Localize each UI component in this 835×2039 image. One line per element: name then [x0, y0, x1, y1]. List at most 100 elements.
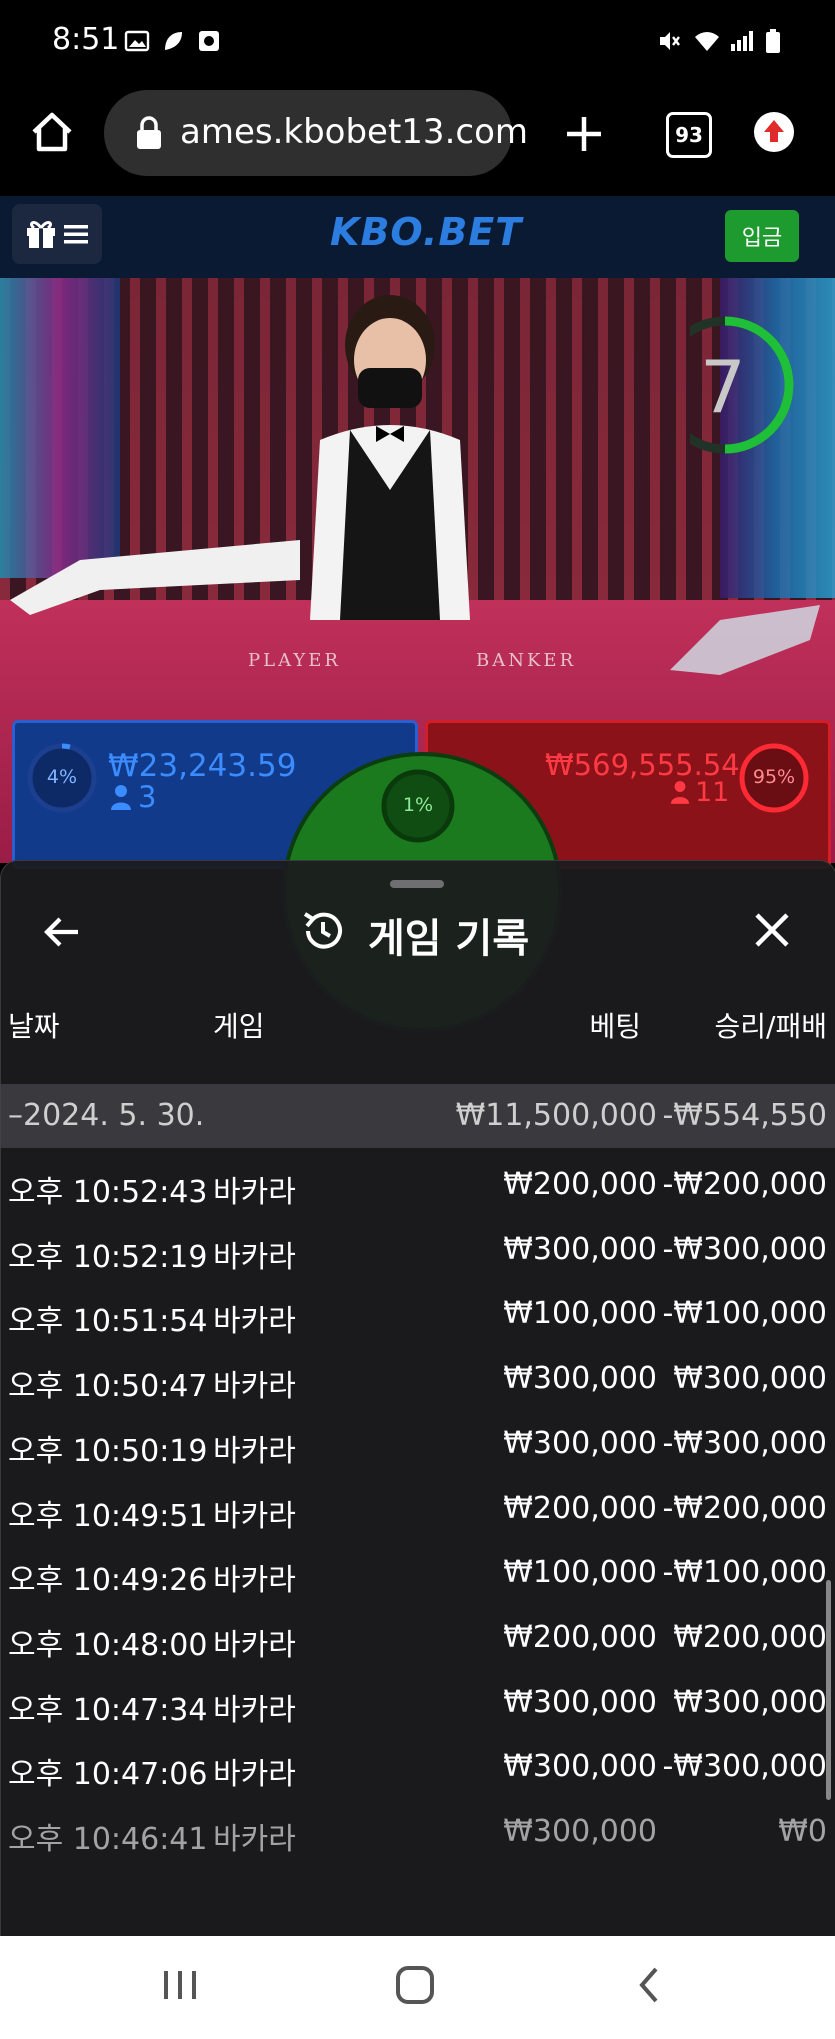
row-bet: ₩200,000: [503, 1619, 657, 1655]
row-time: 오후 10:49:51: [8, 1498, 208, 1534]
summary-date: –2024. 5. 30.: [8, 1098, 205, 1133]
row-bet: ₩300,000: [503, 1814, 657, 1849]
history-row[interactable]: 오후 10:50:47 바카라 ₩300,000 ₩300,000: [0, 1347, 835, 1411]
signal-icon: [731, 31, 753, 51]
url-text: ames.kbobet13.com: [180, 112, 528, 152]
row-time: 오후 10:51:54: [8, 1304, 208, 1340]
row-game: 바카라: [213, 1757, 296, 1793]
history-row[interactable]: 오후 10:48:00 바카라 ₩200,000 ₩200,000: [0, 1606, 835, 1670]
new-tab-icon[interactable]: [560, 110, 608, 158]
row-result: ₩0: [778, 1814, 827, 1849]
history-row[interactable]: 오후 10:49:26 바카라 ₩100,000 -₩100,000: [0, 1541, 835, 1605]
row-time: 오후 10:50:47: [8, 1369, 208, 1405]
banker-count: 11: [695, 777, 730, 808]
row-time: 오후 10:47:34: [8, 1692, 208, 1728]
tab-count-button[interactable]: 93: [666, 112, 712, 158]
sheet-drag-handle[interactable]: [390, 880, 444, 888]
row-time: 오후 10:49:26: [8, 1563, 208, 1599]
row-time: 오후 10:47:06: [8, 1757, 208, 1793]
player-user-icon: [111, 785, 131, 810]
leaf-icon: [165, 32, 182, 50]
hamburger-icon: [64, 225, 88, 244]
col-header-date: 날짜: [8, 1010, 60, 1043]
history-row[interactable]: 오후 10:46:41 바카라 ₩300,000 ₩0: [0, 1800, 835, 1864]
row-time: 오후 10:52:19: [8, 1239, 208, 1275]
row-game: 바카라: [213, 1498, 296, 1534]
row-time: 오후 10:52:43: [8, 1175, 208, 1210]
scrollbar[interactable]: [826, 1580, 831, 1800]
card-shoe: [670, 605, 820, 675]
row-game: 바카라: [213, 1822, 296, 1857]
image-icon: [124, 30, 150, 52]
screen-record-icon: [199, 31, 219, 51]
wifi-icon: [695, 32, 719, 51]
player-amount: ₩23,243.59: [108, 748, 297, 784]
tie-percent: 1%: [402, 794, 434, 816]
row-time: 오후 10:50:19: [8, 1433, 208, 1469]
col-header-game: 게임: [213, 1010, 265, 1043]
row-bet: ₩300,000: [503, 1361, 657, 1397]
mute-icon: [660, 32, 680, 50]
row-bet: ₩300,000: [503, 1684, 657, 1720]
home-nav-icon[interactable]: [385, 1955, 445, 2015]
row-bet: ₩300,000: [503, 1749, 657, 1785]
dealer-arm: [10, 540, 300, 615]
sheet-title: 게임 기록: [368, 916, 530, 962]
deposit-button[interactable]: 입금: [725, 210, 799, 262]
back-arrow-icon[interactable]: [40, 910, 84, 954]
row-result: -₩200,000: [662, 1490, 827, 1526]
row-bet: ₩300,000: [503, 1425, 657, 1461]
row-result: -₩200,000: [662, 1167, 827, 1202]
row-result: ₩300,000: [673, 1684, 827, 1720]
row-bet: ₩100,000: [503, 1555, 657, 1591]
history-row[interactable]: 오후 10:49:51 바카라 ₩200,000 -₩200,000: [0, 1477, 835, 1541]
row-result: -₩100,000: [662, 1296, 827, 1332]
row-game: 바카라: [213, 1692, 296, 1728]
summary-bet: ₩11,500,000: [455, 1098, 657, 1133]
history-row[interactable]: 오후 10:52:43 바카라 ₩200,000 -₩200,000: [0, 1153, 835, 1217]
update-icon[interactable]: [752, 110, 796, 154]
row-bet: ₩100,000: [503, 1296, 657, 1332]
row-game: 바카라: [213, 1627, 296, 1663]
site-logo[interactable]: KBO.BET: [330, 210, 522, 254]
row-bet: ₩300,000: [503, 1231, 657, 1267]
status-time: 8:51: [52, 22, 120, 57]
row-game: 바카라: [213, 1369, 296, 1405]
banker-user-icon: [670, 781, 690, 804]
table-banker-label: BANKER: [476, 650, 577, 671]
row-game: 바카라: [213, 1304, 296, 1340]
back-nav-icon[interactable]: [620, 1955, 680, 2015]
date-summary-row[interactable]: –2024. 5. 30. ₩11,500,000 -₩554,550: [0, 1084, 835, 1148]
recent-apps-icon[interactable]: [150, 1955, 210, 2015]
row-result: -₩300,000: [662, 1425, 827, 1461]
row-game: 바카라: [213, 1175, 296, 1210]
lock-icon: [137, 116, 161, 149]
player-count: 3: [138, 780, 157, 814]
col-header-bet: 베팅: [589, 1010, 641, 1043]
history-row[interactable]: 오후 10:52:19 바카라 ₩300,000 -₩300,000: [0, 1218, 835, 1282]
row-game: 바카라: [213, 1239, 296, 1275]
row-game: 바카라: [213, 1563, 296, 1599]
row-bet: ₩200,000: [503, 1167, 657, 1202]
row-result: -₩300,000: [662, 1749, 827, 1785]
row-game: 바카라: [213, 1433, 296, 1469]
history-row[interactable]: 오후 10:50:19 바카라 ₩300,000 -₩300,000: [0, 1412, 835, 1476]
row-result: -₩100,000: [662, 1555, 827, 1591]
col-header-result: 승리/패배: [714, 1010, 827, 1043]
table-player-label: PLAYER: [248, 650, 341, 671]
row-result: -₩300,000: [662, 1231, 827, 1267]
row-time: 오후 10:46:41: [8, 1822, 208, 1857]
row-result: ₩200,000: [673, 1619, 827, 1655]
summary-result: -₩554,550: [662, 1098, 827, 1133]
history-row[interactable]: 오후 10:47:06 바카라 ₩300,000 -₩300,000: [0, 1735, 835, 1799]
row-time: 오후 10:48:00: [8, 1627, 208, 1663]
banker-percent: 95%: [752, 766, 796, 788]
home-icon[interactable]: [28, 108, 76, 156]
row-result: ₩300,000: [673, 1361, 827, 1397]
history-icon: [303, 912, 342, 949]
row-bet: ₩200,000: [503, 1490, 657, 1526]
history-row[interactable]: 오후 10:47:34 바카라 ₩300,000 ₩300,000: [0, 1671, 835, 1735]
history-row[interactable]: 오후 10:51:54 바카라 ₩100,000 -₩100,000: [0, 1282, 835, 1346]
close-icon[interactable]: [752, 910, 792, 950]
gift-icon: [27, 221, 55, 248]
